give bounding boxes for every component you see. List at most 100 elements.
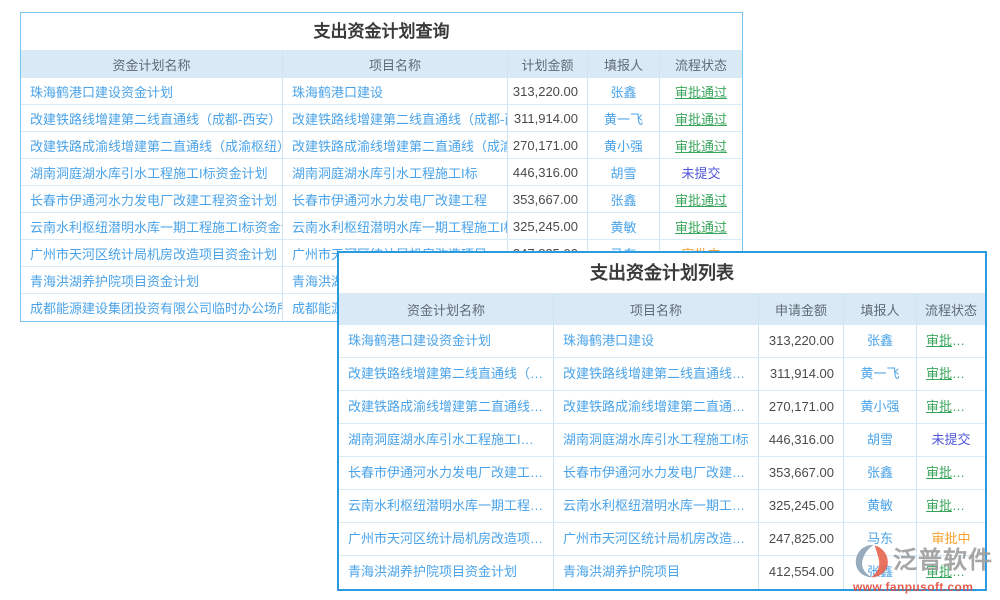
table-row[interactable]: 长春市伊通河水力发电厂改建工程资金计划 长春市伊通河水力发电厂改建工程 353,… xyxy=(339,457,985,490)
cell-project-name[interactable]: 改建铁路线增建第二线直通线（成都-西安 xyxy=(283,105,508,131)
cell-reporter[interactable]: 黄小强 xyxy=(588,132,660,158)
cell-amount: 412,554.00 xyxy=(759,556,844,589)
cell-status[interactable]: 审批通过 xyxy=(917,358,985,390)
column-header-requested-amount: 申请金额 xyxy=(759,294,844,324)
column-header-project-name: 项目名称 xyxy=(554,294,759,324)
table-row[interactable]: 改建铁路线增建第二线直通线（成都-西安）电力 改建铁路线增建第二线直通线（成都-… xyxy=(339,358,985,391)
cell-reporter[interactable]: 胡雪 xyxy=(588,159,660,185)
cell-status[interactable]: 审批通过 xyxy=(917,490,985,522)
cell-plan-name[interactable]: 长春市伊通河水力发电厂改建工程资金计划 xyxy=(339,457,554,489)
cell-plan-name[interactable]: 珠海鹤港口建设资金计划 xyxy=(21,78,283,104)
cell-project-name[interactable]: 广州市天河区统计局机房改造项目 xyxy=(554,523,759,555)
column-header-planned-amount: 计划金额 xyxy=(508,51,588,77)
cell-project-name[interactable]: 改建铁路成渝线增建第二直通线（成渝枢 xyxy=(554,391,759,423)
cell-project-name[interactable]: 湖南洞庭湖水库引水工程施工I标 xyxy=(283,159,508,185)
cell-status[interactable]: 审批通过 xyxy=(660,132,742,158)
cell-reporter[interactable]: 张鑫 xyxy=(588,186,660,212)
cell-plan-name[interactable]: 广州市天河区统计局机房改造项目资金计划 xyxy=(339,523,554,555)
table-row[interactable]: 云南水利枢纽潜明水库一期工程施工I标资金计划 云南水利枢纽潜明水库一期工程施工I… xyxy=(339,490,985,523)
cell-reporter[interactable]: 黄敏 xyxy=(588,213,660,239)
cell-status[interactable]: 审批通过 xyxy=(917,325,985,357)
list-window: 支出资金计划列表 资金计划名称 项目名称 申请金额 填报人 流程状态 珠海鹤港口… xyxy=(337,251,987,591)
cell-project-name[interactable]: 长春市伊通河水力发电厂改建工程 xyxy=(554,457,759,489)
column-header-reporter: 填报人 xyxy=(844,294,917,324)
list-window-title: 支出资金计划列表 xyxy=(339,253,985,293)
cell-amount: 353,667.00 xyxy=(508,186,588,212)
fanpu-logo-icon xyxy=(853,543,891,579)
cell-reporter[interactable]: 黄敏 xyxy=(844,490,917,522)
cell-amount: 270,171.00 xyxy=(508,132,588,158)
table-row[interactable]: 改建铁路线增建第二线直通线（成都-西安）电力 改建铁路线增建第二线直通线（成都-… xyxy=(21,105,742,132)
query-window-title: 支出资金计划查询 xyxy=(21,13,742,50)
cell-plan-name[interactable]: 湖南洞庭湖水库引水工程施工I标资金计划 xyxy=(339,424,554,456)
cell-project-name[interactable]: 青海洪湖养护院项目 xyxy=(554,556,759,589)
cell-project-name[interactable]: 珠海鹤港口建设 xyxy=(554,325,759,357)
cell-reporter[interactable]: 张鑫 xyxy=(844,325,917,357)
cell-plan-name[interactable]: 青海洪湖养护院项目资金计划 xyxy=(21,267,283,293)
cell-amount: 313,220.00 xyxy=(759,325,844,357)
cell-project-name[interactable]: 改建铁路线增建第二线直通线（成都-西安 xyxy=(554,358,759,390)
cell-plan-name[interactable]: 改建铁路成渝线增建第二直通线（成渝枢纽）电 xyxy=(21,132,283,158)
table-row[interactable]: 湖南洞庭湖水库引水工程施工I标资金计划 湖南洞庭湖水库引水工程施工I标 446,… xyxy=(339,424,985,457)
fanpu-watermark: 泛普软件 www.fanpusoft.com xyxy=(853,543,993,593)
cell-plan-name[interactable]: 广州市天河区统计局机房改造项目资金计划 xyxy=(21,240,283,266)
cell-status[interactable]: 审批通过 xyxy=(917,391,985,423)
cell-amount: 353,667.00 xyxy=(759,457,844,489)
column-header-plan-name: 资金计划名称 xyxy=(339,294,554,324)
cell-project-name[interactable]: 云南水利枢纽潜明水库一期工程施工I标 xyxy=(554,490,759,522)
fanpu-url-text: www.fanpusoft.com xyxy=(853,581,993,593)
cell-plan-name[interactable]: 改建铁路成渝线增建第二直通线（成渝枢纽）电 xyxy=(339,391,554,423)
cell-project-name[interactable]: 长春市伊通河水力发电厂改建工程 xyxy=(283,186,508,212)
column-header-process-status: 流程状态 xyxy=(917,294,985,324)
cell-amount: 313,220.00 xyxy=(508,78,588,104)
cell-status[interactable]: 未提交 xyxy=(917,424,985,456)
table-row[interactable]: 湖南洞庭湖水库引水工程施工I标资金计划 湖南洞庭湖水库引水工程施工I标 446,… xyxy=(21,159,742,186)
column-header-project-name: 项目名称 xyxy=(283,51,508,77)
cell-amount: 325,245.00 xyxy=(508,213,588,239)
cell-amount: 311,914.00 xyxy=(508,105,588,131)
cell-plan-name[interactable]: 长春市伊通河水力发电厂改建工程资金计划 xyxy=(21,186,283,212)
cell-reporter[interactable]: 张鑫 xyxy=(588,78,660,104)
cell-reporter[interactable]: 黄一飞 xyxy=(588,105,660,131)
cell-project-name[interactable]: 湖南洞庭湖水库引水工程施工I标 xyxy=(554,424,759,456)
cell-project-name[interactable]: 珠海鹤港口建设 xyxy=(283,78,508,104)
cell-status[interactable]: 未提交 xyxy=(660,159,742,185)
list-table-header: 资金计划名称 项目名称 申请金额 填报人 流程状态 xyxy=(339,293,985,325)
query-table-header: 资金计划名称 项目名称 计划金额 填报人 流程状态 xyxy=(21,50,742,78)
table-row[interactable]: 珠海鹤港口建设资金计划 珠海鹤港口建设 313,220.00 张鑫 审批通过 xyxy=(21,78,742,105)
column-header-reporter: 填报人 xyxy=(588,51,660,77)
cell-reporter[interactable]: 黄小强 xyxy=(844,391,917,423)
cell-amount: 446,316.00 xyxy=(508,159,588,185)
cell-reporter[interactable]: 张鑫 xyxy=(844,457,917,489)
cell-plan-name[interactable]: 成都能源建设集团投资有限公司临时办公场所装 xyxy=(21,294,283,321)
cell-amount: 247,825.00 xyxy=(759,523,844,555)
cell-amount: 325,245.00 xyxy=(759,490,844,522)
column-header-plan-name: 资金计划名称 xyxy=(21,51,283,77)
cell-status[interactable]: 审批通过 xyxy=(660,78,742,104)
cell-status[interactable]: 审批通过 xyxy=(660,213,742,239)
table-row[interactable]: 长春市伊通河水力发电厂改建工程资金计划 长春市伊通河水力发电厂改建工程 353,… xyxy=(21,186,742,213)
column-header-process-status: 流程状态 xyxy=(660,51,742,77)
cell-amount: 311,914.00 xyxy=(759,358,844,390)
cell-plan-name[interactable]: 改建铁路线增建第二线直通线（成都-西安）电力 xyxy=(339,358,554,390)
cell-reporter[interactable]: 黄一飞 xyxy=(844,358,917,390)
cell-plan-name[interactable]: 云南水利枢纽潜明水库一期工程施工I标资金计划 xyxy=(21,213,283,239)
table-row[interactable]: 珠海鹤港口建设资金计划 珠海鹤港口建设 313,220.00 张鑫 审批通过 xyxy=(339,325,985,358)
cell-status[interactable]: 审批通过 xyxy=(660,105,742,131)
cell-status[interactable]: 审批通过 xyxy=(660,186,742,212)
cell-plan-name[interactable]: 湖南洞庭湖水库引水工程施工I标资金计划 xyxy=(21,159,283,185)
cell-amount: 270,171.00 xyxy=(759,391,844,423)
cell-plan-name[interactable]: 改建铁路线增建第二线直通线（成都-西安）电力 xyxy=(21,105,283,131)
cell-project-name[interactable]: 云南水利枢纽潜明水库一期工程施工I标 xyxy=(283,213,508,239)
cell-plan-name[interactable]: 云南水利枢纽潜明水库一期工程施工I标资金计划 xyxy=(339,490,554,522)
fanpu-brand-text: 泛普软件 xyxy=(893,549,993,573)
cell-plan-name[interactable]: 青海洪湖养护院项目资金计划 xyxy=(339,556,554,589)
cell-status[interactable]: 审批通过 xyxy=(917,457,985,489)
cell-reporter[interactable]: 胡雪 xyxy=(844,424,917,456)
table-row[interactable]: 改建铁路成渝线增建第二直通线（成渝枢纽）电 改建铁路成渝线增建第二直通线（成渝枢… xyxy=(339,391,985,424)
cell-project-name[interactable]: 改建铁路成渝线增建第二直通线（成渝枢 xyxy=(283,132,508,158)
cell-amount: 446,316.00 xyxy=(759,424,844,456)
cell-plan-name[interactable]: 珠海鹤港口建设资金计划 xyxy=(339,325,554,357)
table-row[interactable]: 云南水利枢纽潜明水库一期工程施工I标资金计划 云南水利枢纽潜明水库一期工程施工I… xyxy=(21,213,742,240)
table-row[interactable]: 改建铁路成渝线增建第二直通线（成渝枢纽）电 改建铁路成渝线增建第二直通线（成渝枢… xyxy=(21,132,742,159)
